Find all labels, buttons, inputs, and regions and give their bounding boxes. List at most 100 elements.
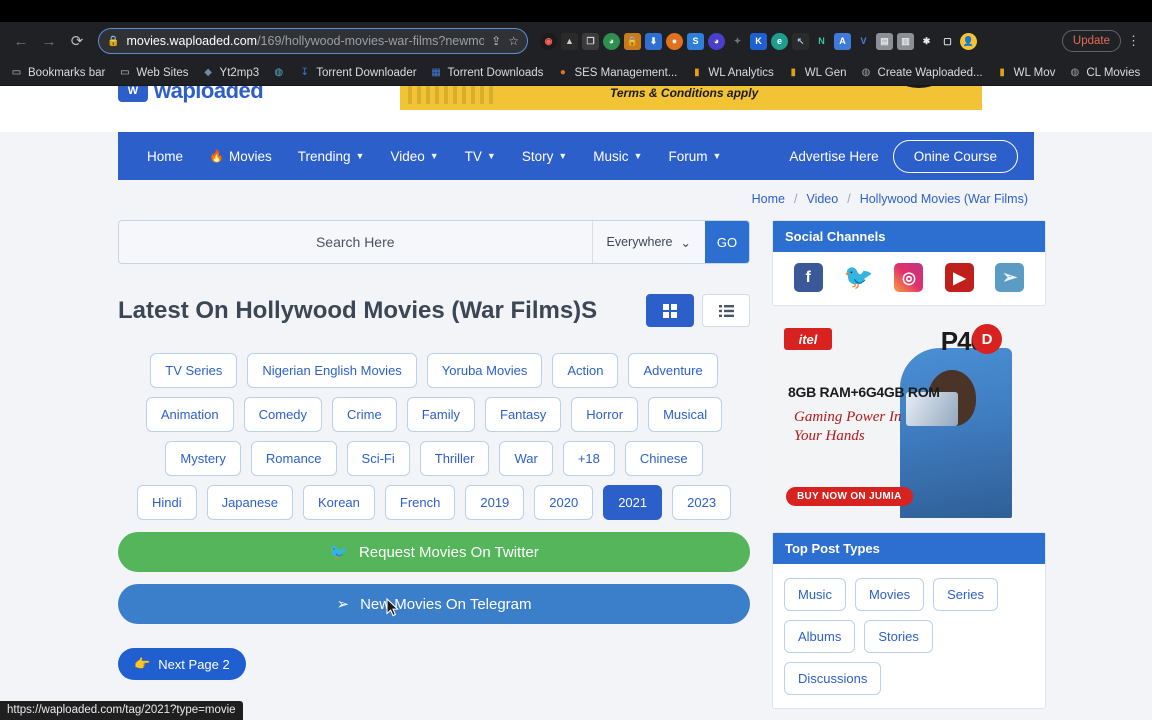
green-shield-extension[interactable]: ◕: [603, 32, 620, 50]
category-tag-war[interactable]: War: [499, 441, 553, 476]
nav-item-forum[interactable]: Forum ▼: [655, 132, 734, 180]
category-tag-action[interactable]: Action: [552, 353, 619, 388]
bookmark-item[interactable]: ◆ Yt2mp3: [202, 66, 259, 79]
category-tag-2020[interactable]: 2020: [534, 485, 594, 520]
nav-item-movies[interactable]: 🔥 Movies: [196, 132, 285, 180]
kebab-menu-icon[interactable]: ⋮: [1123, 33, 1144, 49]
bookmark-item[interactable]: ◍ Create Waploaded...: [860, 66, 983, 79]
category-tag-musical[interactable]: Musical: [648, 397, 723, 432]
category-tag--18[interactable]: +18: [562, 441, 615, 476]
post-type-series[interactable]: Series: [933, 578, 998, 611]
category-tag-japanese[interactable]: Japanese: [206, 485, 293, 520]
edge-extension[interactable]: e: [771, 32, 788, 50]
category-tag-2023[interactable]: 2023: [672, 485, 732, 520]
request-movies-twitter-button[interactable]: 🐦 Request Movies On Twitter: [118, 532, 750, 572]
sidebar-advertisement[interactable]: itel P40 D 8GB RAM+6G4GB ROM Gaming Powe…: [772, 320, 1012, 518]
category-tag-comedy[interactable]: Comedy: [243, 397, 323, 432]
bookmark-item[interactable]: ▮ WL Mov: [996, 66, 1055, 79]
list-view-icon[interactable]: [702, 294, 750, 327]
tab-strip[interactable]: [0, 0, 1152, 22]
category-tag-yoruba-movies[interactable]: Yoruba Movies: [426, 353, 543, 388]
bird-extension[interactable]: ✦: [729, 32, 746, 50]
category-tag-fantasy[interactable]: Fantasy: [485, 397, 562, 432]
category-tag-french[interactable]: French: [384, 485, 456, 520]
online-course-button[interactable]: Onine Course: [892, 139, 1018, 173]
address-bar[interactable]: 🔒 movies.waploaded.com/169/hollywood-mov…: [98, 28, 528, 54]
forward-button[interactable]: →: [36, 28, 62, 54]
cursor-extension[interactable]: ↖: [792, 32, 809, 50]
category-tag-hindi[interactable]: Hindi: [136, 485, 197, 520]
nav-item-trending[interactable]: Trending ▼: [285, 132, 378, 180]
twitter-icon[interactable]: 🐦: [844, 263, 874, 292]
new-movies-telegram-button[interactable]: ➢ New Movies On Telegram: [118, 584, 750, 624]
breadcrumb-item[interactable]: Video: [806, 192, 838, 206]
category-tag-korean[interactable]: Korean: [302, 485, 375, 520]
bookmark-item[interactable]: ▭ Bookmarks bar: [10, 66, 106, 79]
category-tag-thriller[interactable]: Thriller: [419, 441, 490, 476]
category-tag-tv-series[interactable]: TV Series: [150, 353, 238, 388]
top-banner-ad[interactable]: DOWNLOAD & LISTEN Apple Music Google Pla…: [400, 86, 982, 110]
nav-item-story[interactable]: Story ▼: [509, 132, 580, 180]
nav-item-video[interactable]: Video ▼: [377, 132, 451, 180]
category-tag-2019[interactable]: 2019: [465, 485, 525, 520]
a-extension[interactable]: A: [834, 32, 851, 50]
download-extension[interactable]: ⬇: [645, 32, 662, 50]
n-extension[interactable]: N: [813, 32, 830, 50]
telegram-icon[interactable]: ➢: [995, 263, 1025, 292]
nav-item-home[interactable]: Home: [134, 132, 196, 180]
colorful-ring-extension[interactable]: ◉: [540, 32, 557, 50]
lock-extension[interactable]: 🔒: [624, 32, 641, 50]
bookmark-item[interactable]: ↧ Torrent Downloader: [298, 66, 416, 79]
bookmark-item[interactable]: ▦ Torrent Downloads: [430, 66, 543, 79]
v-extension[interactable]: V: [855, 32, 872, 50]
triangle-extension[interactable]: ▲: [561, 32, 578, 50]
puzzle-extension[interactable]: ✱: [918, 32, 935, 50]
post-type-music[interactable]: Music: [784, 578, 846, 611]
youtube-icon[interactable]: ▶: [944, 263, 974, 292]
reload-button[interactable]: ⟳: [64, 28, 90, 54]
k-extension[interactable]: K: [750, 32, 767, 50]
category-tag-chinese[interactable]: Chinese: [624, 441, 703, 476]
sidepanel-extension[interactable]: ▢: [939, 32, 956, 50]
post-type-stories[interactable]: Stories: [864, 620, 933, 653]
category-tag-mystery[interactable]: Mystery: [165, 441, 241, 476]
bookmark-item[interactable]: ● SES Management...: [556, 66, 677, 79]
purple-orb-extension[interactable]: ◕: [708, 32, 725, 50]
ad-buy-now-button[interactable]: BUY NOW ON JUMIA: [786, 487, 913, 506]
profile-avatar[interactable]: 👤: [960, 32, 977, 50]
category-tag-horror[interactable]: Horror: [571, 397, 639, 432]
category-tag-animation[interactable]: Animation: [145, 397, 234, 432]
search-input[interactable]: [119, 221, 592, 263]
instagram-icon[interactable]: ◎: [894, 263, 924, 292]
post-type-discussions[interactable]: Discussions: [784, 662, 882, 695]
copy-extension[interactable]: ❐: [582, 32, 599, 50]
grid-view-icon[interactable]: [646, 294, 694, 327]
share-icon[interactable]: ⇪: [491, 34, 501, 48]
bookmark-item[interactable]: ◍: [272, 66, 285, 79]
category-tag-crime[interactable]: Crime: [332, 397, 397, 432]
search-go-button[interactable]: GO: [705, 221, 749, 263]
category-tag-adventure[interactable]: Adventure: [628, 353, 718, 388]
next-page-button[interactable]: 👉 Next Page 2: [118, 648, 246, 680]
update-button[interactable]: Update: [1061, 30, 1121, 52]
search-scope-select[interactable]: Everywhere ⌄: [591, 221, 705, 263]
bookmark-item[interactable]: ▮ WL Gen: [787, 66, 847, 79]
post-type-albums[interactable]: Albums: [784, 620, 856, 653]
fox-extension[interactable]: ●: [666, 32, 683, 50]
s-extension[interactable]: S: [687, 32, 704, 50]
post-type-movies[interactable]: Movies: [854, 578, 925, 611]
advertise-here-link[interactable]: Advertise Here: [789, 149, 878, 164]
breadcrumb-item[interactable]: Hollywood Movies (War Films): [860, 192, 1028, 206]
grey-doc-extension[interactable]: ▥: [897, 32, 914, 50]
star-icon[interactable]: ☆: [508, 34, 519, 48]
site-logo[interactable]: W waploaded: [118, 86, 348, 114]
category-tag-family[interactable]: Family: [406, 397, 475, 432]
category-tag-2021[interactable]: 2021: [603, 485, 663, 520]
bookmark-item[interactable]: ▮ WL Analytics: [690, 66, 774, 79]
bookmark-item[interactable]: ◍ CL Movies: [1068, 66, 1140, 79]
category-tag-nigerian-english-movies[interactable]: Nigerian English Movies: [247, 353, 417, 388]
grey-image-extension[interactable]: ▤: [876, 32, 893, 50]
breadcrumb-item[interactable]: Home: [752, 192, 785, 206]
bookmark-item[interactable]: ▭ Web Sites: [118, 66, 188, 79]
category-tag-sci-fi[interactable]: Sci-Fi: [346, 441, 410, 476]
